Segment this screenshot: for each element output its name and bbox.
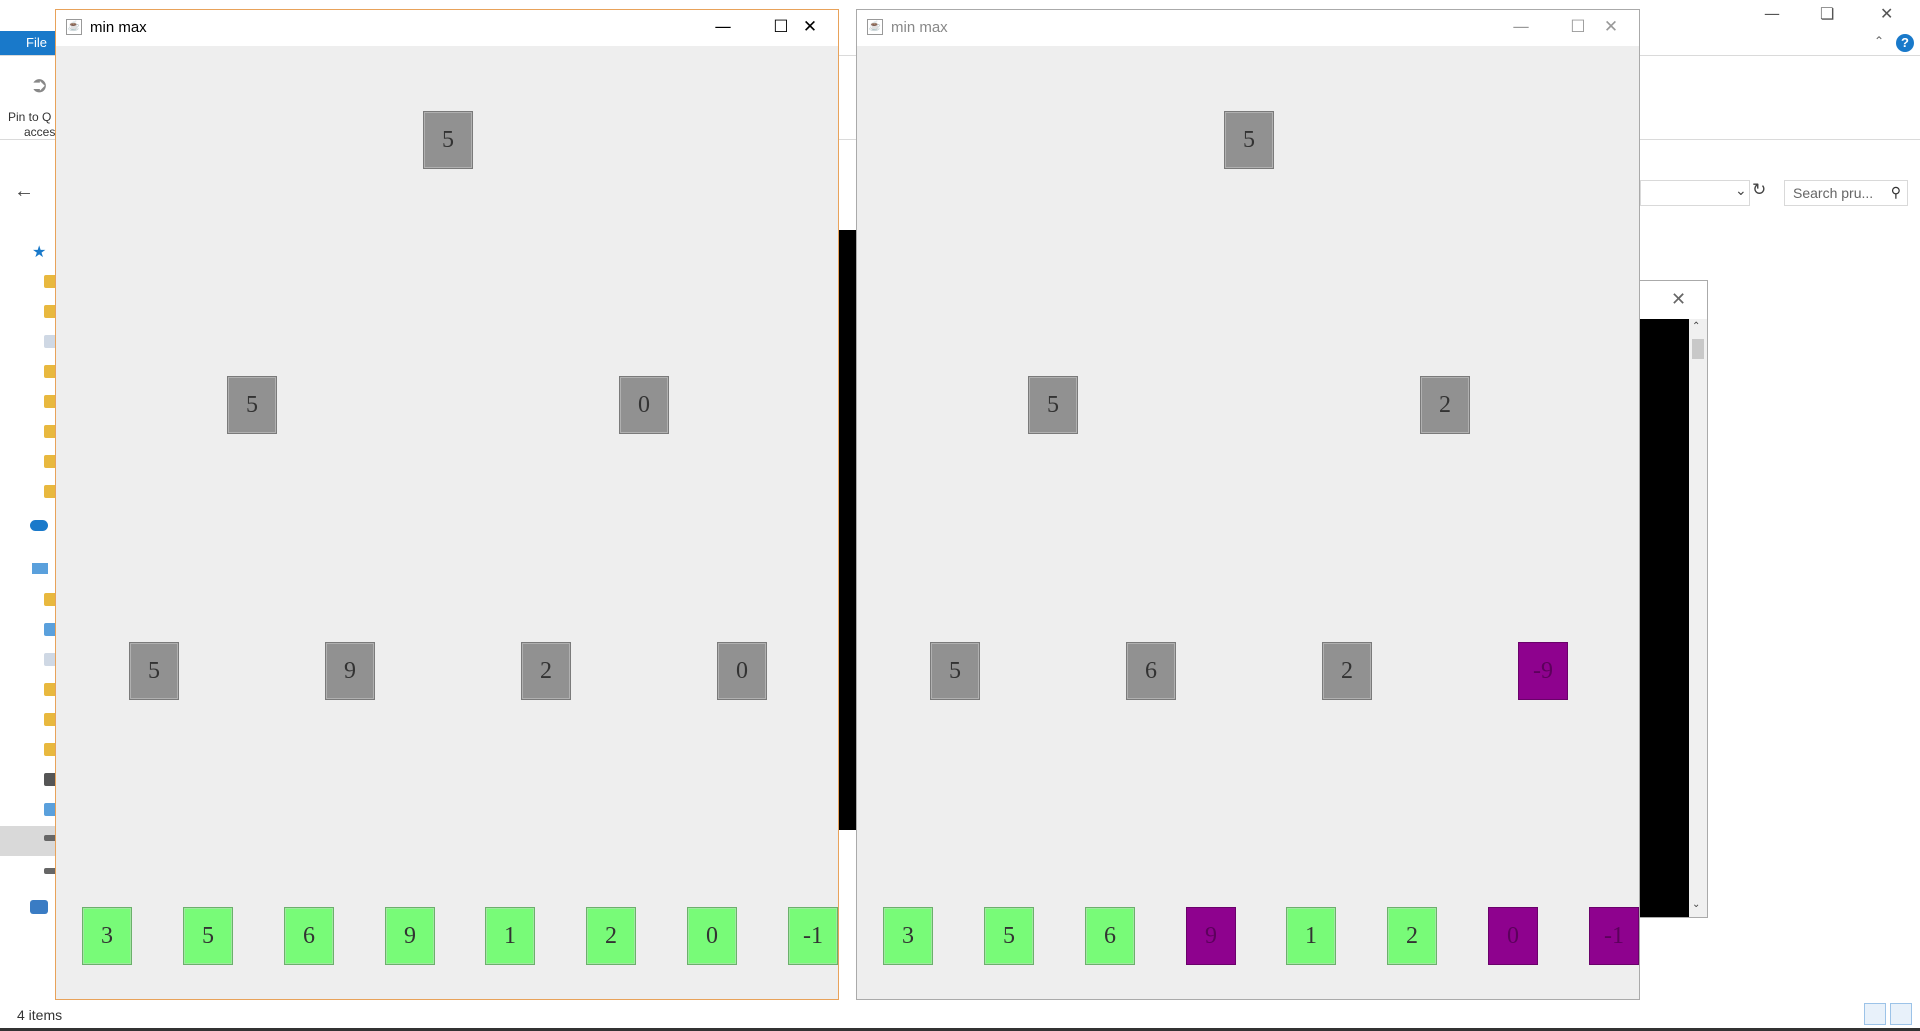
tree-node-level2[interactable]: 2 <box>521 642 571 700</box>
back-arrow-icon[interactable]: ← <box>14 180 34 203</box>
tree-leaf[interactable]: 6 <box>284 907 334 965</box>
network-icon[interactable] <box>30 900 48 914</box>
minmax-window-left: ☕ min max — ☐ ✕ 5 5 0 5 9 2 0 3 5 6 9 1 … <box>55 9 839 1000</box>
pin-label-line1: Pin to Q <box>8 110 52 124</box>
console-close-icon[interactable]: ✕ <box>1671 289 1686 310</box>
tree-node-level2[interactable]: 6 <box>1126 642 1176 700</box>
minimize-icon[interactable]: — <box>1492 10 1550 46</box>
address-bar[interactable] <box>1640 180 1750 206</box>
tree-node-level2[interactable]: 5 <box>129 642 179 700</box>
tree-leaf[interactable]: 9 <box>385 907 435 965</box>
scroll-down-icon[interactable]: ⌄ <box>1692 899 1700 910</box>
console-window: ✕ ⌃ ⌄ <box>1638 280 1708 918</box>
pin-icon: ➲ <box>30 72 49 97</box>
details-view-icon[interactable] <box>1864 1003 1886 1025</box>
tree-node-level2[interactable]: -9 <box>1518 642 1568 700</box>
tree-node-root[interactable]: 5 <box>423 111 473 169</box>
java-icon: ☕ <box>867 19 883 35</box>
tree-leaf[interactable]: 5 <box>984 907 1034 965</box>
tree-node-root[interactable]: 5 <box>1224 111 1274 169</box>
view-toggle-group <box>1860 1003 1912 1030</box>
tree-leaf[interactable]: 6 <box>1085 907 1135 965</box>
search-input[interactable]: Search pru... ⚲ <box>1784 180 1908 206</box>
tree-leaf[interactable]: 0 <box>687 907 737 965</box>
large-icons-view-icon[interactable] <box>1890 1003 1912 1025</box>
onedrive-icon[interactable] <box>30 520 48 531</box>
tree-node-level1[interactable]: 5 <box>1028 376 1078 434</box>
close-icon[interactable]: ✕ <box>1582 10 1640 46</box>
tree-node-level1[interactable]: 2 <box>1420 376 1470 434</box>
scrollbar-thumb[interactable] <box>1692 339 1704 359</box>
tree-node-level2[interactable]: 5 <box>930 642 980 700</box>
tree-leaf[interactable]: -1 <box>1589 907 1639 965</box>
close-icon[interactable]: ✕ <box>781 10 839 46</box>
console-scrollbar[interactable]: ⌃ ⌄ <box>1689 319 1707 917</box>
tree-node-level2[interactable]: 2 <box>1322 642 1372 700</box>
console-output <box>1639 319 1689 917</box>
search-icon: ⚲ <box>1890 184 1901 200</box>
tree-leaf[interactable]: 2 <box>1387 907 1437 965</box>
window-titlebar: ☕ min max — ☐ ✕ <box>857 10 1639 46</box>
pin-to-quick-access-button[interactable]: Pin to Q acces <box>8 110 55 140</box>
status-item-count: 4 items <box>17 1007 63 1023</box>
tree-leaf[interactable]: 3 <box>883 907 933 965</box>
window-title: min max <box>90 19 147 36</box>
minmax-window-right: ☕ min max — ☐ ✕ 5 5 2 5 6 2 -9 3 5 6 9 1… <box>856 9 1640 1000</box>
chevron-down-icon[interactable]: ⌄ <box>1735 182 1747 199</box>
tree-leaf[interactable]: 1 <box>1286 907 1336 965</box>
tree-node-level2[interactable]: 0 <box>717 642 767 700</box>
collapse-ribbon-icon[interactable]: ⌃ <box>1874 34 1884 48</box>
tree-leaf[interactable]: 0 <box>1488 907 1538 965</box>
tree-leaf[interactable]: -1 <box>788 907 838 965</box>
window-title: min max <box>891 19 948 36</box>
this-pc-icon[interactable] <box>32 563 48 574</box>
tree-node-level2[interactable]: 9 <box>325 642 375 700</box>
window-titlebar: ☕ min max — ☐ ✕ <box>56 10 838 46</box>
refresh-icon[interactable]: ↻ <box>1752 180 1766 200</box>
tree-node-level1[interactable]: 0 <box>619 376 669 434</box>
explorer-minimize-icon[interactable]: — <box>1764 4 1780 23</box>
java-icon: ☕ <box>66 19 82 35</box>
tree-leaf[interactable]: 1 <box>485 907 535 965</box>
scroll-up-icon[interactable]: ⌃ <box>1692 321 1700 332</box>
tree-leaf[interactable]: 3 <box>82 907 132 965</box>
tree-leaf[interactable]: 9 <box>1186 907 1236 965</box>
tree-node-level1[interactable]: 5 <box>227 376 277 434</box>
search-placeholder: Search pru... <box>1793 185 1874 201</box>
explorer-close-icon[interactable]: ✕ <box>1880 4 1893 23</box>
tree-leaf[interactable]: 5 <box>183 907 233 965</box>
pin-label-line2: acces <box>24 125 56 139</box>
help-icon[interactable]: ? <box>1896 34 1914 52</box>
console-window-edge <box>838 230 858 830</box>
tree-leaf[interactable]: 2 <box>586 907 636 965</box>
explorer-restore-icon[interactable]: ❏ <box>1820 4 1834 23</box>
minimize-icon[interactable]: — <box>694 10 752 46</box>
quick-access-star-icon[interactable]: ★ <box>32 242 46 262</box>
selected-sidebar-row[interactable] <box>0 826 60 856</box>
